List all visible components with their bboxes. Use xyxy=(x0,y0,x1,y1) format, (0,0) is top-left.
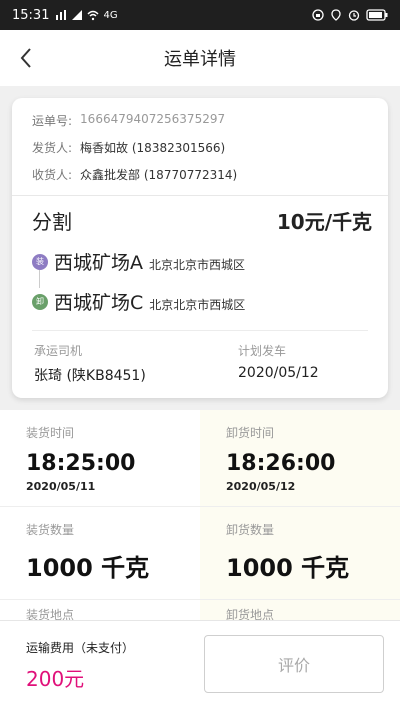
loading-qty: 1000 千克 xyxy=(26,554,150,582)
unloading-time: 18:26:00 xyxy=(226,451,336,476)
loading-time: 18:25:00 xyxy=(26,451,136,476)
status-bar: 15:31 4G xyxy=(0,0,400,30)
location-icon xyxy=(331,9,341,21)
receiver-label: 收货人: xyxy=(32,168,73,182)
loading-time-cell: 装货时间 18:25:00 2020/05/11 xyxy=(0,410,200,506)
unloading-qty-cell: 卸货数量 1000 千克 xyxy=(200,507,400,599)
loading-time-label: 装货时间 xyxy=(26,426,75,440)
detail-grid: 装货时间 18:25:00 2020/05/11 卸货时间 18:26:00 2… xyxy=(0,410,400,620)
plan-label: 计划发车 xyxy=(238,344,287,358)
wifi-icon xyxy=(87,10,99,21)
unloading-date: 2020/05/12 xyxy=(226,480,296,493)
loading-place-cell: 装货地点 xyxy=(0,600,200,620)
driver-label: 承运司机 xyxy=(34,344,83,358)
from-region: 北京北京市西城区 xyxy=(149,258,246,272)
driver-section: 承运司机 张琦 (陕KB8451) xyxy=(34,342,146,385)
loading-date: 2020/05/11 xyxy=(26,480,96,493)
unloading-qty: 1000 千克 xyxy=(226,554,350,582)
waybill-info: 运单号: 1666479407256375297 发货人: 梅香如故 (1838… xyxy=(12,98,388,196)
sender-value: 梅香如故 (18382301566) xyxy=(80,141,226,155)
route-connector xyxy=(39,270,40,288)
loading-qty-label: 装货数量 xyxy=(26,523,75,537)
loading-place-label: 装货地点 xyxy=(26,608,75,620)
footer-bar: 运输费用（未支付） 200元 评价 xyxy=(0,620,400,711)
divider xyxy=(32,330,368,331)
to-region: 北京北京市西城区 xyxy=(149,298,246,312)
waybill-number: 1666479407256375297 xyxy=(80,112,226,126)
from-address: 装 西城矿场A 北京北京市西城区 xyxy=(32,248,245,275)
battery-icon xyxy=(366,9,388,21)
goods-row: 分割 10元/千克 xyxy=(32,206,372,235)
waybill-number-label: 运单号: xyxy=(32,114,73,128)
alarm-icon xyxy=(348,10,360,21)
rate-button[interactable]: 评价 xyxy=(204,635,384,693)
from-place: 西城矿场A xyxy=(54,252,143,274)
signal-icon xyxy=(72,10,83,20)
driver-value: 张琦 (陕KB8451) xyxy=(34,368,146,384)
lock-rotation-icon xyxy=(312,9,324,21)
sender-label: 发货人: xyxy=(32,141,73,155)
fee-amount: 200元 xyxy=(26,667,85,691)
to-place: 西城矿场C xyxy=(54,292,144,314)
network-label: 4G xyxy=(103,9,118,21)
chevron-left-icon xyxy=(20,48,31,68)
plan-value: 2020/05/12 xyxy=(238,365,319,381)
nav-header: 运单详情 xyxy=(0,30,400,86)
back-button[interactable] xyxy=(10,42,42,74)
unloading-time-label: 卸货时间 xyxy=(226,426,275,440)
unloading-place-cell: 卸货地点 xyxy=(200,600,400,620)
waybill-card: 运单号: 1666479407256375297 发货人: 梅香如故 (1838… xyxy=(12,98,388,398)
goods-name: 分割 xyxy=(32,210,72,234)
goods-price: 10元/千克 xyxy=(276,210,372,234)
data-icon xyxy=(56,10,67,20)
status-time: 15:31 xyxy=(12,7,50,23)
page-title: 运单详情 xyxy=(164,49,236,70)
receiver-value: 众鑫批发部 (18770772314) xyxy=(80,168,238,182)
plan-section: 计划发车 2020/05/12 xyxy=(238,342,319,381)
loading-qty-cell: 装货数量 1000 千克 xyxy=(0,507,200,599)
unload-badge-icon: 卸 xyxy=(32,293,48,310)
to-address: 卸 西城矿场C 北京北京市西城区 xyxy=(32,288,245,315)
unloading-qty-label: 卸货数量 xyxy=(226,523,275,537)
load-badge-icon: 装 xyxy=(32,253,48,270)
fee-label: 运输费用（未支付） xyxy=(26,641,135,655)
unloading-place-label: 卸货地点 xyxy=(226,608,275,620)
unloading-time-cell: 卸货时间 18:26:00 2020/05/12 xyxy=(200,410,400,506)
